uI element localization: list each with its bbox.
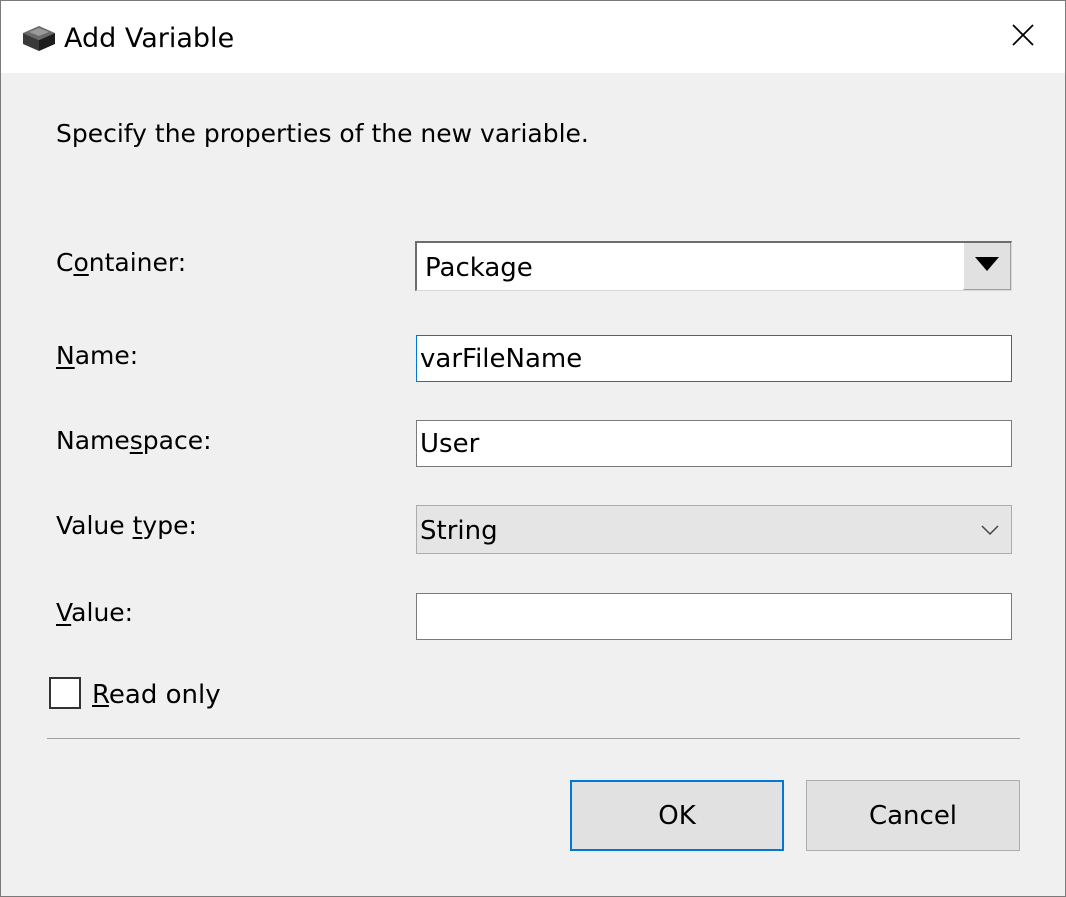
cube-icon <box>21 23 57 53</box>
triangle-down-icon <box>974 256 1000 276</box>
namespace-input[interactable]: User <box>416 420 1012 467</box>
title-bar: Add Variable <box>1 1 1065 73</box>
value-label: Value: <box>56 598 134 627</box>
add-variable-dialog: Add Variable Specify the properties of t… <box>0 0 1066 897</box>
container-combobox[interactable]: Package <box>415 241 1012 291</box>
name-input-value: varFileName <box>420 344 583 374</box>
container-label: Container: <box>56 248 187 277</box>
close-button[interactable] <box>991 9 1055 65</box>
name-label: Name: <box>56 341 139 370</box>
cancel-button[interactable]: Cancel <box>806 780 1020 851</box>
window-title: Add Variable <box>64 23 235 54</box>
close-icon <box>1012 24 1034 50</box>
read-only-checkbox[interactable] <box>49 677 81 709</box>
separator <box>47 738 1020 739</box>
value-type-label: Value type: <box>56 511 197 540</box>
chevron-down-icon <box>981 522 999 536</box>
namespace-input-value: User <box>420 429 480 459</box>
name-input[interactable]: varFileName <box>416 335 1012 382</box>
namespace-label: Namespace: <box>56 426 212 455</box>
container-value: Package <box>425 253 533 283</box>
instruction-text: Specify the properties of the new variab… <box>56 119 589 148</box>
container-dropdown-button[interactable] <box>963 243 1011 290</box>
read-only-label[interactable]: Read only <box>92 677 221 713</box>
value-type-value: String <box>420 516 498 546</box>
ok-button[interactable]: OK <box>570 780 784 851</box>
value-type-select[interactable]: String <box>416 505 1012 554</box>
value-input[interactable] <box>416 593 1012 640</box>
